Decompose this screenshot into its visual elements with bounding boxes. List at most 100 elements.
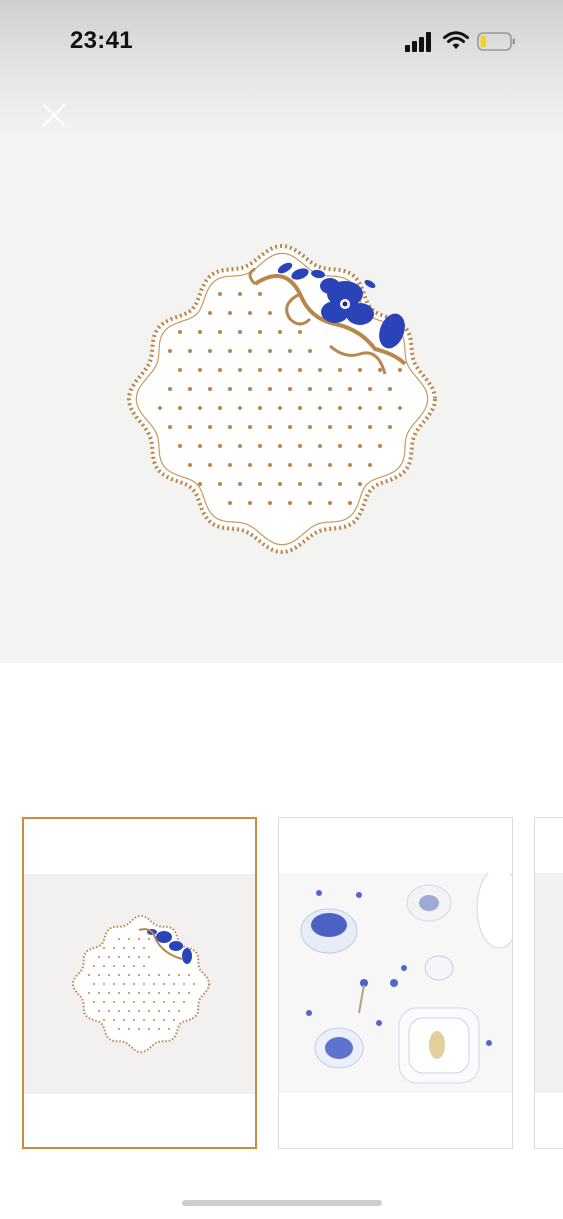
polka-dot — [328, 425, 332, 429]
status-time: 23:41 — [70, 27, 133, 54]
polka-dot — [158, 992, 160, 994]
polka-dot — [93, 1001, 95, 1003]
polka-dot — [88, 974, 90, 976]
polka-dot — [248, 501, 252, 505]
polka-dot — [108, 1010, 110, 1012]
polka-dot — [308, 349, 312, 353]
polka-dot — [98, 956, 100, 958]
polka-dot — [173, 1001, 175, 1003]
polka-dot — [148, 1010, 150, 1012]
polka-dot — [178, 406, 182, 410]
polka-dot — [218, 406, 222, 410]
polka-dot — [348, 425, 352, 429]
polka-dot — [198, 444, 202, 448]
polka-dot — [348, 501, 352, 505]
polka-dot — [198, 368, 202, 372]
polka-dot — [103, 947, 105, 949]
thumbnail-table-setting-image — [279, 873, 512, 1093]
polka-dot — [138, 974, 140, 976]
top-bar: 23:41 — [0, 0, 563, 134]
polka-dot — [298, 482, 302, 486]
polka-dot — [183, 1001, 185, 1003]
polka-dot — [388, 425, 392, 429]
polka-dot — [248, 311, 252, 315]
polka-dot — [188, 463, 192, 467]
polka-dot — [208, 463, 212, 467]
polka-dot — [248, 349, 252, 353]
polka-dot — [168, 992, 170, 994]
polka-dot — [113, 947, 115, 949]
polka-dot — [193, 983, 195, 985]
polka-dot — [168, 974, 170, 976]
polka-dot — [128, 938, 130, 940]
polka-dot — [98, 1010, 100, 1012]
polka-dot — [158, 1010, 160, 1012]
polka-dot — [133, 1019, 135, 1021]
polka-dot — [358, 368, 362, 372]
polka-dot — [288, 501, 292, 505]
polka-dot — [278, 406, 282, 410]
polka-dot — [238, 330, 242, 334]
polka-dot — [188, 974, 190, 976]
polka-dot — [248, 425, 252, 429]
polka-dot — [98, 974, 100, 976]
polka-dot — [288, 349, 292, 353]
polka-dot — [378, 406, 382, 410]
polka-dot — [338, 406, 342, 410]
polka-dot — [218, 368, 222, 372]
polka-dot — [178, 368, 182, 372]
polka-dot — [308, 463, 312, 467]
polka-dot — [358, 444, 362, 448]
polka-dot — [398, 368, 402, 372]
polka-dot — [218, 330, 222, 334]
thumbnail-strip[interactable] — [0, 817, 563, 1150]
polka-dot — [238, 406, 242, 410]
polka-dot — [268, 425, 272, 429]
polka-dot — [128, 974, 130, 976]
polka-dot — [143, 1019, 145, 1021]
polka-dot — [198, 330, 202, 334]
polka-dot — [188, 425, 192, 429]
thumbnail-partial-image — [535, 873, 563, 1093]
product-hero-image[interactable] — [0, 134, 563, 663]
polka-dot — [248, 463, 252, 467]
polka-dot — [298, 406, 302, 410]
wifi-icon — [443, 31, 469, 49]
polka-dot — [158, 406, 162, 410]
polka-dot — [168, 1028, 170, 1030]
polka-dot — [198, 406, 202, 410]
polka-dot — [183, 983, 185, 985]
battery-icon — [477, 32, 515, 51]
close-button[interactable] — [36, 97, 72, 133]
polka-dot — [288, 425, 292, 429]
polka-dot — [158, 1028, 160, 1030]
thumbnail-2[interactable] — [278, 817, 513, 1149]
polka-dot — [108, 956, 110, 958]
polka-dot — [228, 349, 232, 353]
thumbnail-3[interactable] — [534, 817, 563, 1149]
polka-dot — [308, 425, 312, 429]
polka-dot — [153, 1019, 155, 1021]
polka-dot — [108, 974, 110, 976]
polka-dot — [218, 444, 222, 448]
polka-dot — [258, 444, 262, 448]
polka-dot — [308, 501, 312, 505]
polka-dot — [178, 974, 180, 976]
polka-dot — [148, 1028, 150, 1030]
polka-dot — [368, 425, 372, 429]
polka-dot — [143, 1001, 145, 1003]
polka-dot — [258, 368, 262, 372]
polka-dot — [368, 463, 372, 467]
polka-dot — [228, 387, 232, 391]
polka-dot — [398, 406, 402, 410]
polka-dot — [148, 974, 150, 976]
polka-dot — [148, 938, 150, 940]
polka-dot — [123, 983, 125, 985]
thumbnail-1[interactable] — [22, 817, 257, 1149]
polka-dot — [228, 463, 232, 467]
polka-dot — [168, 387, 172, 391]
polka-dot — [118, 1028, 120, 1030]
polka-dot — [218, 482, 222, 486]
polka-dot — [298, 444, 302, 448]
polka-dot — [133, 983, 135, 985]
